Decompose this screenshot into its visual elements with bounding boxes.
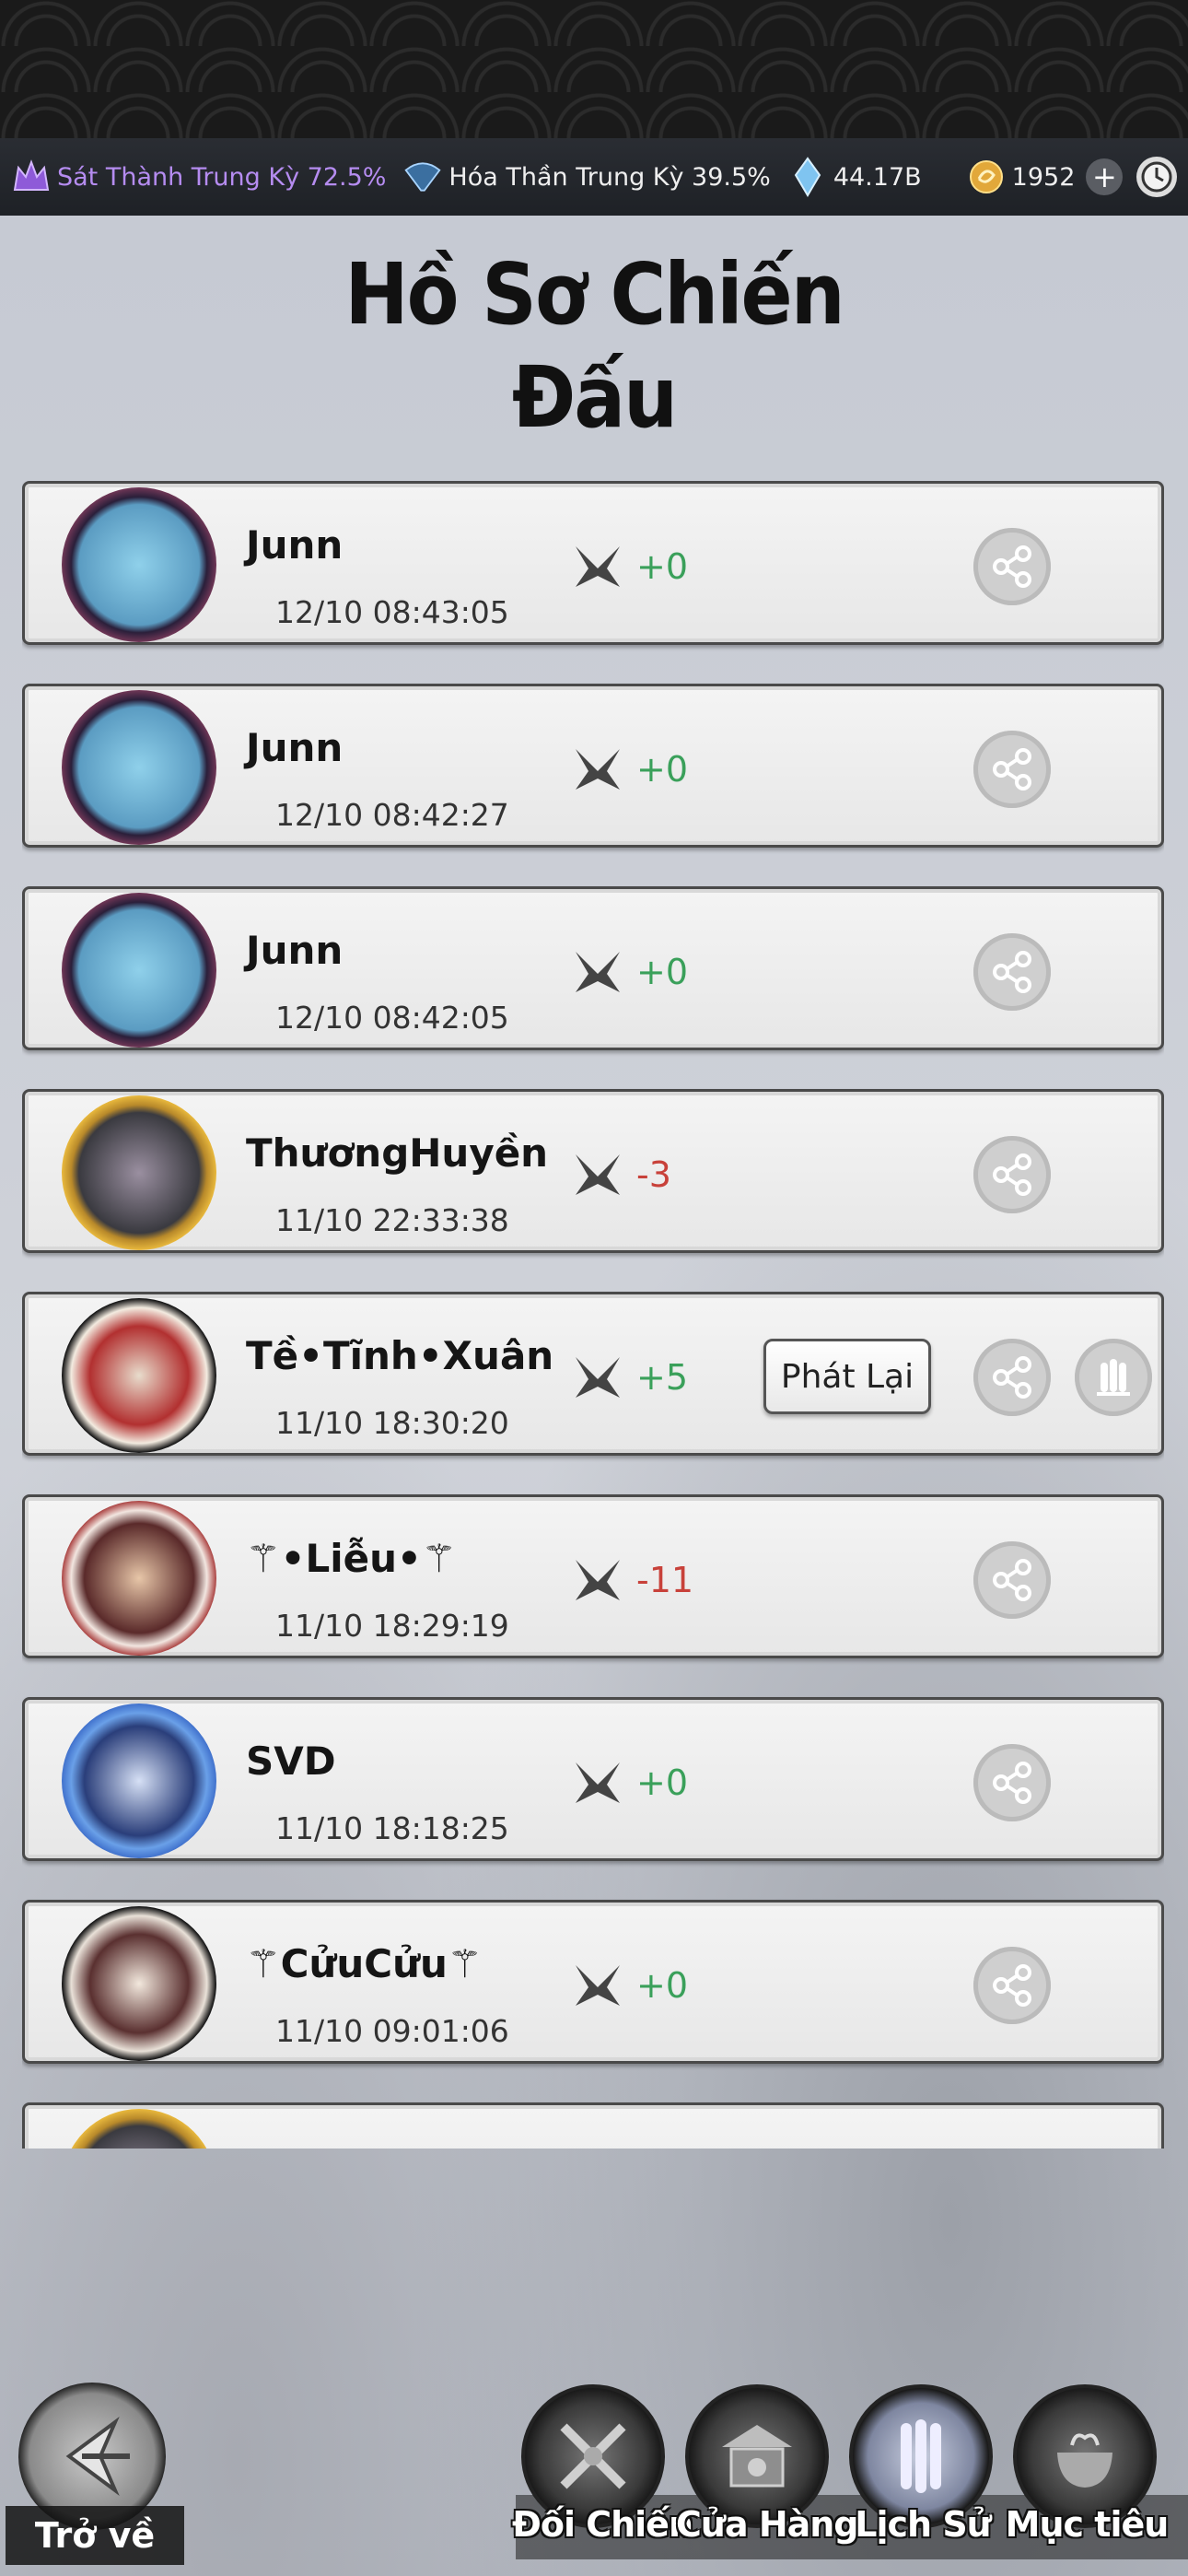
player-name: ⚚•Liễu•⚚ [246,1536,457,1581]
back-arrow-icon [65,2416,130,2497]
share-button[interactable] [973,1136,1051,1213]
avatar[interactable] [62,690,216,845]
record-row-partial[interactable] [22,2102,1164,2149]
share-icon [993,545,1031,588]
crown-icon [11,157,52,197]
clock-icon[interactable] [1136,157,1177,197]
record-row[interactable]: ⚚CửuCửu⚚ 11/10 09:01:06 +0 [22,1900,1164,2064]
avatar[interactable] [62,1906,216,2061]
page-title: Hồ Sơ Chiến Đấu [344,245,844,447]
score-change: +0 [636,1965,689,2006]
score-change: +0 [636,546,689,587]
status-bar: Sát Thành Trung Kỳ 72.5% Hóa Thần Trung … [0,138,1188,216]
crystal-icon [787,157,828,197]
crossed-blades-icon [576,1762,620,1803]
bottom-nav: Trở về Đối Chiến Cửa Hàng Lịch Sử Mục ti… [0,2368,1188,2576]
player-name: Junn [246,928,344,973]
player-name: ThươngHuyền [246,1130,549,1176]
crossed-blades-icon [576,952,620,992]
detail-button[interactable] [1075,1339,1152,1416]
add-coins-button[interactable]: + [1086,158,1124,195]
record-time: 12/10 08:42:05 [275,1000,509,1036]
player-name: ⚚CửuCửu⚚ [246,1941,483,1986]
record-row[interactable]: Junn 12/10 08:42:05 +0 [22,886,1164,1050]
stat-rank-1[interactable]: Sát Thành Trung Kỳ 72.5% [11,157,386,197]
player-name: Junn [246,725,344,770]
back-label[interactable]: Trở về [6,2506,184,2565]
record-time: 11/10 22:33:38 [275,1202,509,1238]
top-decoration [0,0,1188,138]
nav-goals[interactable]: Mục tiêu [1004,2384,1169,2569]
record-time: 11/10 09:01:06 [275,2013,509,2049]
share-icon [993,951,1031,993]
score-change: -11 [636,1560,694,1600]
avatar[interactable] [62,893,216,1048]
record-row[interactable]: SVD 11/10 18:18:25 +0 [22,1697,1164,1861]
avatar[interactable] [62,1501,216,1656]
stat-rank-2[interactable]: Hóa Thần Trung Kỳ 39.5% [402,157,771,197]
share-button[interactable] [973,1541,1051,1619]
share-button[interactable] [973,528,1051,605]
record-list[interactable]: Junn 12/10 08:43:05 +0 Junn 12/10 08:42:… [22,481,1164,2149]
nav-battle[interactable]: Đối Chiến [512,2384,693,2569]
avatar[interactable] [62,1298,216,1453]
crossed-blades-icon [576,1154,620,1195]
score-change: +0 [636,749,689,790]
record-time: 11/10 18:29:19 [275,1608,509,1644]
avatar[interactable] [62,487,216,642]
score-change: +0 [636,952,689,992]
share-button[interactable] [973,1947,1051,2024]
share-icon [993,1356,1031,1399]
avatar [62,2109,216,2149]
crossed-blades-icon [576,749,620,790]
avatar[interactable] [62,1704,216,1858]
share-button[interactable] [973,731,1051,808]
record-time: 11/10 18:18:25 [275,1810,509,1846]
score-change: -3 [636,1154,671,1195]
share-icon [993,1762,1031,1804]
player-name: SVD [246,1739,336,1784]
share-button[interactable] [973,933,1051,1011]
share-button[interactable] [973,1744,1051,1821]
record-row[interactable]: Junn 12/10 08:42:27 +0 [22,684,1164,848]
crossed-blades-icon [576,546,620,587]
share-icon [993,1153,1031,1196]
crystal-counter[interactable]: 44.17B [787,157,922,197]
fan-icon [402,157,443,197]
share-icon [993,1559,1031,1601]
record-time: 12/10 08:43:05 [275,594,509,630]
score-change: +5 [636,1357,689,1398]
replay-button[interactable]: Phát Lại [763,1339,931,1414]
record-time: 11/10 18:30:20 [275,1405,509,1441]
score-change: +0 [636,1762,689,1803]
coin-icon [966,157,1007,197]
player-name: Junn [246,522,344,568]
share-icon [993,1964,1031,2007]
record-time: 12/10 08:42:27 [275,797,509,833]
share-button[interactable] [973,1339,1051,1416]
avatar[interactable] [62,1095,216,1250]
coin-counter[interactable]: 1952 + [966,157,1124,197]
crossed-blades-icon [576,1560,620,1600]
crossed-blades-icon [576,1357,620,1398]
battle-record-screen: Hồ Sơ Chiến Đấu Junn 12/10 08:43:05 +0 J… [0,216,1188,2576]
crossed-blades-icon [576,1965,620,2006]
record-row[interactable]: Junn 12/10 08:43:05 +0 [22,481,1164,645]
record-row[interactable]: ThươngHuyền 11/10 22:33:38 -3 [22,1089,1164,1253]
player-name: Tề•Tĩnh•Xuân [246,1333,554,1378]
share-icon [993,748,1031,790]
record-row[interactable]: ⚚•Liễu•⚚ 11/10 18:29:19 -11 [22,1494,1164,1658]
record-row[interactable]: Tề•Tĩnh•Xuân 11/10 18:30:20 +5 Phát Lại [22,1292,1164,1456]
nav-shop[interactable]: Cửa Hàng [676,2384,859,2569]
nav-history[interactable]: Lịch Sử [840,2384,996,2569]
scrolls-icon [1097,1359,1130,1396]
